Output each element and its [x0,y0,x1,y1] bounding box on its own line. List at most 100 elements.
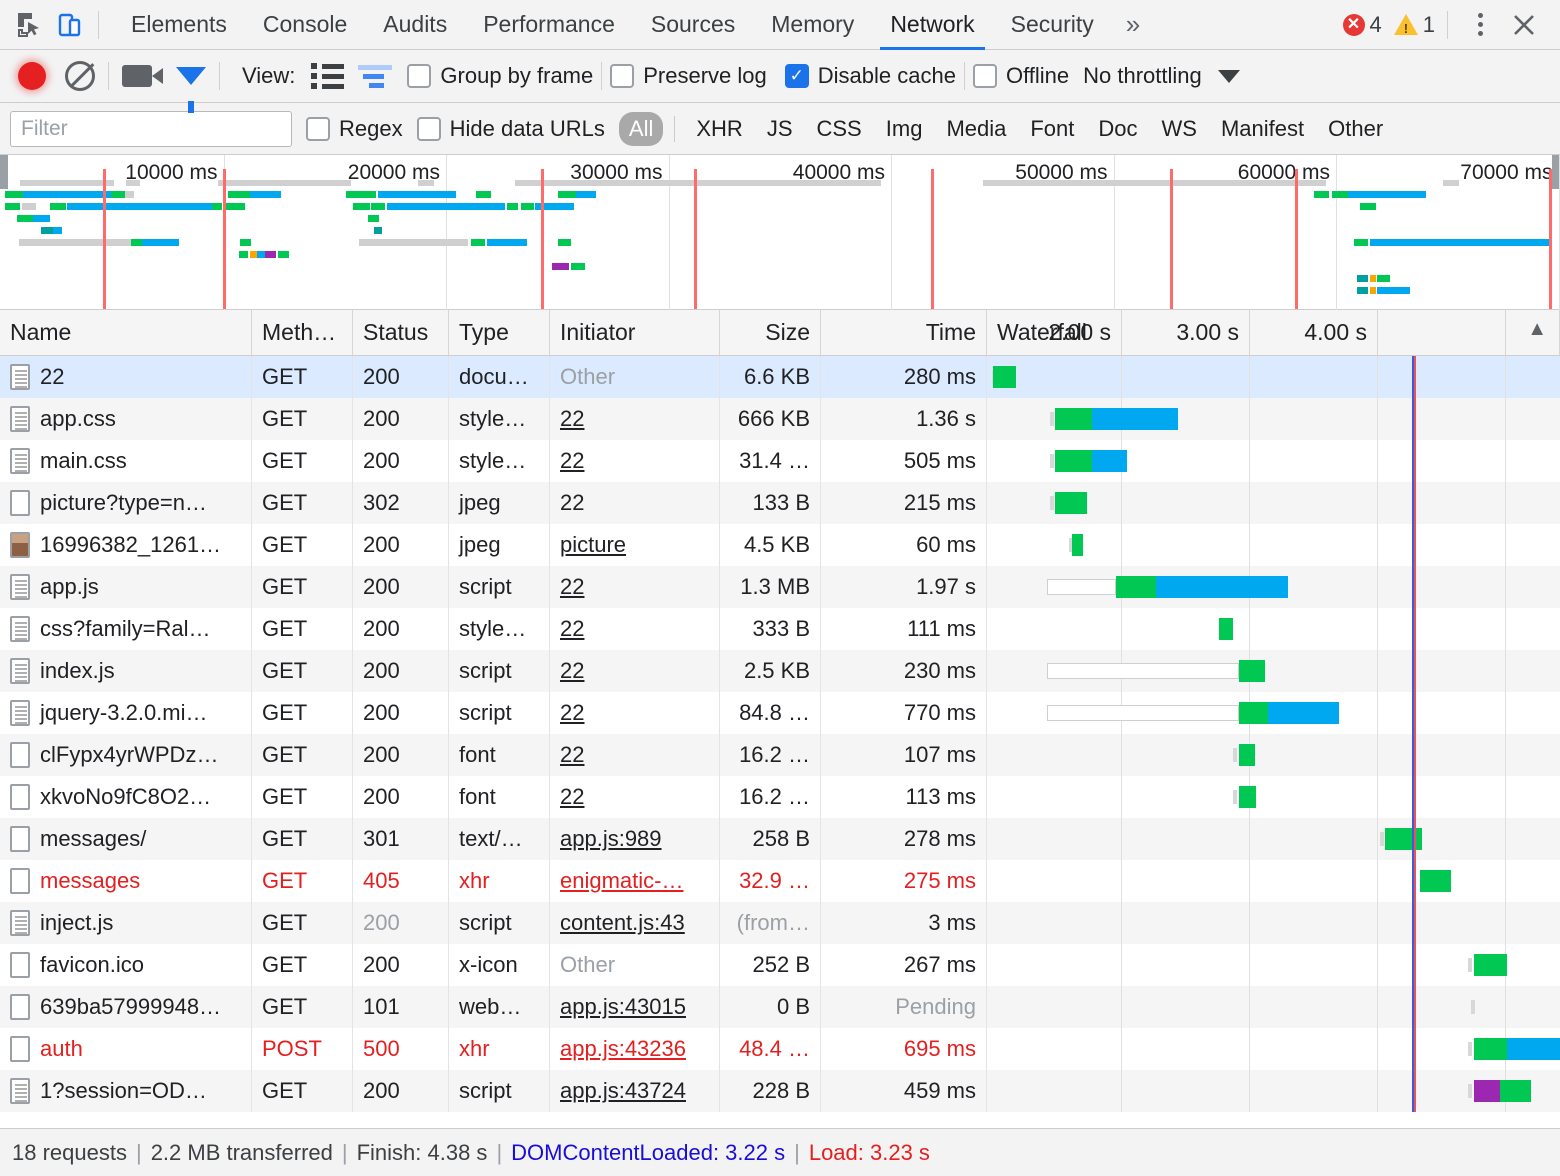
column-header-initiator[interactable]: Initiator [550,310,720,355]
cell-initiator[interactable]: app.js:43236 [550,1028,720,1070]
cell-initiator[interactable]: content.js:43 [550,902,720,944]
more-tabs-button[interactable]: » [1112,0,1154,50]
type-filter-all[interactable]: All [618,111,664,146]
type-filter-css[interactable]: CSS [807,112,872,146]
table-row[interactable]: clFypx4yrWPDz… GET 200 font 22 16.2 … 107 ms [0,734,1560,776]
cell-name[interactable]: index.js [0,650,252,692]
cell-initiator[interactable]: 22 [550,608,720,650]
column-header-name[interactable]: Name [0,310,252,355]
tab-network[interactable]: Network [872,0,992,50]
table-row[interactable]: app.js GET 200 script 22 1.3 MB 1.97 s [0,566,1560,608]
type-filter-img[interactable]: Img [876,112,933,146]
tab-elements[interactable]: Elements [113,0,245,50]
record-button[interactable] [12,56,52,96]
table-row[interactable]: main.css GET 200 style… 22 31.4 … 505 ms [0,440,1560,482]
table-row[interactable]: messages/GET 301 text/… app.js:989 258 B 278 … [0,818,1560,860]
column-header-status[interactable]: Status [353,310,449,355]
type-filter-ws[interactable]: WS [1152,112,1207,146]
cell-initiator[interactable]: 22 [550,734,720,776]
column-header-type[interactable]: Type [449,310,550,355]
table-row[interactable]: messages GET 405 xhr enigmatic-… 32.9 … 275 ms [0,860,1560,902]
cell-name[interactable]: jquery-3.2.0.mi… [0,692,252,734]
error-counter[interactable]: ✕ 4 [1342,12,1382,38]
inspect-cursor-icon[interactable] [10,5,50,45]
capture-screenshots-button[interactable] [117,56,163,96]
throttling-select[interactable]: No throttling [1083,63,1240,89]
regex-checkbox[interactable]: Regex [306,116,403,142]
hide-data-urls-checkbox[interactable]: Hide data URLs [416,116,605,142]
waterfall-view-button[interactable] [355,56,395,96]
column-header-time[interactable]: Time [821,310,987,355]
table-row[interactable]: jquery-3.2.0.mi… GET 200 script 22 84.8 … 770 … [0,692,1560,734]
filter-input[interactable] [10,110,292,147]
cell-name[interactable]: app.js [0,566,252,608]
cell-name[interactable]: auth [0,1028,252,1070]
sort-ascending-icon[interactable]: ▲ [1527,318,1547,341]
table-row[interactable]: picture?type=n… GET 302 jpeg 22 133 B 215 ms [0,482,1560,524]
type-filter-other[interactable]: Other [1318,112,1393,146]
cell-name[interactable]: 16996382_1261… [0,524,252,566]
type-filter-font[interactable]: Font [1020,112,1084,146]
filter-toggle-button[interactable] [171,56,211,113]
type-filter-manifest[interactable]: Manifest [1211,112,1314,146]
cell-name[interactable]: messages/ [0,818,252,860]
table-row[interactable]: xkvoNo9fC8O2… GET 200 font 22 16.2 … 113 ms [0,776,1560,818]
column-header-meth[interactable]: Meth… [252,310,353,355]
cell-initiator[interactable]: app.js:43015 [550,986,720,1028]
cell-name[interactable]: clFypx4yrWPDz… [0,734,252,776]
cell-name[interactable]: main.css [0,440,252,482]
warning-counter[interactable]: ! 1 [1393,12,1435,38]
table-row[interactable]: app.css GET 200 style… 22 666 KB 1.36 s [0,398,1560,440]
type-filter-doc[interactable]: Doc [1088,112,1147,146]
close-icon[interactable] [1504,5,1544,45]
cell-name[interactable]: 22 [0,356,252,398]
group-by-frame-checkbox[interactable]: Group by frame [407,63,593,89]
cell-name[interactable]: app.css [0,398,252,440]
preserve-log-checkbox[interactable]: Preserve log [610,63,767,89]
cell-initiator[interactable]: 22 [550,776,720,818]
cell-initiator[interactable]: picture [550,524,720,566]
cell-name[interactable]: 1?session=OD… [0,1070,252,1112]
device-toolbar-icon[interactable] [50,5,90,45]
type-filter-media[interactable]: Media [936,112,1016,146]
table-row[interactable]: 639ba57999948… GET 101 web… app.js:43015 0 B P… [0,986,1560,1028]
tab-performance[interactable]: Performance [465,0,633,50]
cell-initiator[interactable]: 22 [550,398,720,440]
cell-name[interactable]: xkvoNo9fC8O2… [0,776,252,818]
table-row[interactable]: 22 GET 200 docu… Other 6.6 KB 280 ms [0,356,1560,398]
cell-initiator[interactable]: enigmatic-… [550,860,720,902]
offline-checkbox[interactable]: Offline [972,63,1069,89]
disable-cache-checkbox[interactable]: ✓ Disable cache [784,63,956,89]
tab-console[interactable]: Console [245,0,365,50]
cell-name[interactable]: inject.js [0,902,252,944]
tab-security[interactable]: Security [993,0,1112,50]
table-row[interactable]: css?family=Ral… GET 200 style… 22 333 B 111 ms [0,608,1560,650]
cell-initiator[interactable]: 22 [550,440,720,482]
tab-memory[interactable]: Memory [753,0,872,50]
table-row[interactable]: auth POST 500 xhr app.js:43236 48.4 … 695 ms [0,1028,1560,1070]
cell-initiator[interactable]: 22 [550,566,720,608]
column-header-waterfall[interactable]: Waterfall 2.00 s 3.00 s 4.00 s ▲ [987,310,1560,355]
table-body[interactable]: 22 GET 200 docu… Other 6.6 KB 280 ms app.css GET… [0,356,1560,1128]
column-header-size[interactable]: Size [720,310,821,355]
cell-initiator[interactable]: app.js:989 [550,818,720,860]
more-options-icon[interactable] [1460,5,1500,45]
cell-name[interactable]: picture?type=n… [0,482,252,524]
cell-name[interactable]: css?family=Ral… [0,608,252,650]
cell-name[interactable]: favicon.ico [0,944,252,986]
cell-name[interactable]: messages [0,860,252,902]
table-row[interactable]: 1?session=OD… GET 200 script app.js:43724 228… [0,1070,1560,1112]
list-view-button[interactable] [307,56,347,96]
network-overview[interactable]: 10000 ms 20000 ms 30000 ms 40000 ms 50000 ms… [0,155,1560,310]
cell-initiator[interactable]: 22 [550,650,720,692]
cell-initiator[interactable]: 22 [550,692,720,734]
table-row[interactable]: favicon.ico GET 200 x-icon Other 252 B 267 ms [0,944,1560,986]
cell-initiator[interactable]: app.js:43724 [550,1070,720,1112]
table-row[interactable]: 16996382_1261… GET 200 jpeg picture 4.5 KB 60 … [0,524,1560,566]
type-filter-xhr[interactable]: XHR [686,112,752,146]
tab-audits[interactable]: Audits [365,0,465,50]
type-filter-js[interactable]: JS [757,112,803,146]
clear-button[interactable] [60,56,100,96]
tab-sources[interactable]: Sources [633,0,753,50]
table-row[interactable]: inject.js GET 200 script content.js:43 (from…… [0,902,1560,944]
